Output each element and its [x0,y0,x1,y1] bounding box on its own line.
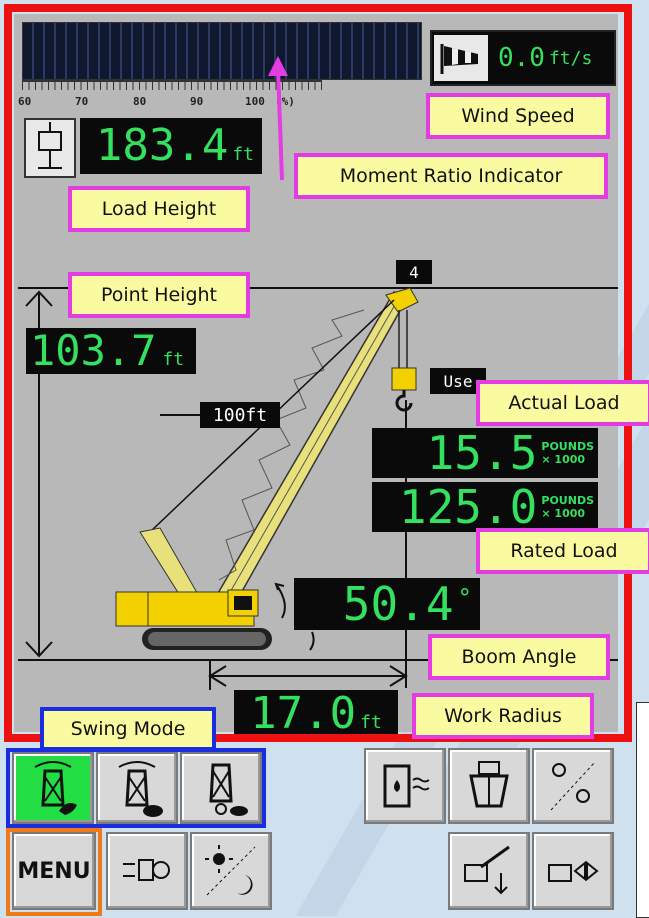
side-panel [636,702,649,918]
wind-speed-callout-text: Wind Speed [461,105,575,127]
swing-mode-free-fast-button[interactable] [12,752,94,824]
wind-speed-callout: Wind Speed [426,93,610,139]
swing-free-slow-icon [118,761,163,817]
clamshell-mode-button[interactable] [448,748,530,824]
boom-telescope-button[interactable] [532,832,614,910]
work-radius-callout-text: Work Radius [444,705,562,727]
point-height-callout-text: Point Height [100,284,218,306]
rated-load-callout-text: Rated Load [510,540,618,562]
work-radius-callout: Work Radius [412,693,594,739]
day-night-icon [205,845,256,896]
camera-view-button[interactable] [106,832,188,910]
liquid-level-button[interactable] [364,748,446,824]
boom-telescope-icon [548,860,599,882]
boom-lower-button[interactable] [448,832,530,910]
camera-view-icon [123,859,170,881]
actual-load-callout-text: Actual Load [508,392,620,414]
boom-lower-icon [464,845,510,895]
hook-select-icon [550,761,596,811]
boom-angle-callout: Boom Angle [428,634,610,680]
day-night-button[interactable] [190,832,272,910]
swing-mode-callout-text: Swing Mode [70,718,186,740]
load-height-callout: Load Height [68,186,250,232]
swing-mode-callout: Swing Mode [40,707,216,751]
moment-ratio-callout: Moment Ratio Indicator [294,153,608,199]
actual-load-callout: Actual Load [476,380,649,426]
moment-ratio-callout-text: Moment Ratio Indicator [339,165,563,187]
swing-mode-lock-slow-button[interactable] [180,752,262,824]
boom-angle-callout-text: Boom Angle [461,646,577,668]
swing-mode-free-slow-button[interactable] [96,752,178,824]
menu-button-label: MENU [17,858,91,884]
hook-select-button[interactable] [532,748,614,824]
liquid-level-icon [383,764,430,808]
clamshell-icon [469,761,509,808]
swing-lock-slow-icon [209,763,248,816]
rated-load-callout: Rated Load [476,528,649,574]
load-height-callout-text: Load Height [101,198,217,220]
point-height-callout: Point Height [68,272,250,318]
swing-free-fast-icon [34,761,77,815]
menu-button[interactable]: MENU [12,832,96,910]
